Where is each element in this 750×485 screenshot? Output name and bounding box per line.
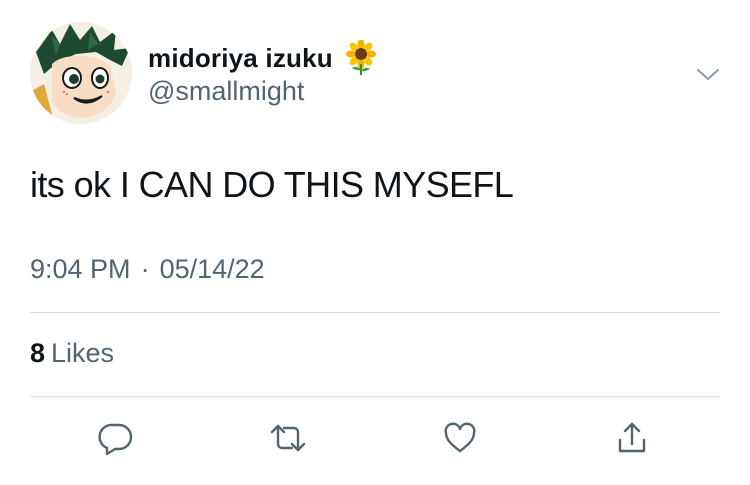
chevron-down-icon[interactable] (694, 62, 722, 86)
share-icon (618, 422, 646, 453)
likes-count: 8 (30, 338, 46, 368)
display-name[interactable]: midoriya izuku (148, 43, 333, 74)
tweet-date: 05/14/22 (159, 254, 265, 284)
avatar-image (30, 22, 132, 124)
likes-label: Likes (51, 338, 115, 368)
share-button[interactable] (612, 418, 652, 458)
sunflower-icon (345, 40, 376, 75)
author-name-row: midoriya izuku (148, 38, 377, 78)
divider (30, 312, 720, 313)
retweet-button[interactable] (268, 418, 308, 458)
divider (30, 396, 720, 397)
retweet-icon (270, 424, 306, 452)
likes-stat[interactable]: 8 Likes (30, 338, 114, 369)
tweet-time: 9:04 PM (30, 254, 131, 284)
tweet-text: its ok I CAN DO THIS MYSEFL (30, 164, 514, 205)
like-button[interactable] (440, 418, 480, 458)
meta-separator: · (140, 254, 150, 284)
heart-icon (444, 422, 476, 453)
username-handle[interactable]: @smallmight (148, 76, 304, 107)
reply-button[interactable] (96, 418, 136, 458)
avatar[interactable] (30, 22, 132, 124)
tweet-timestamp[interactable]: 9:04 PM · 05/14/22 (30, 254, 265, 285)
reply-icon (98, 423, 133, 456)
action-bar (0, 418, 750, 462)
